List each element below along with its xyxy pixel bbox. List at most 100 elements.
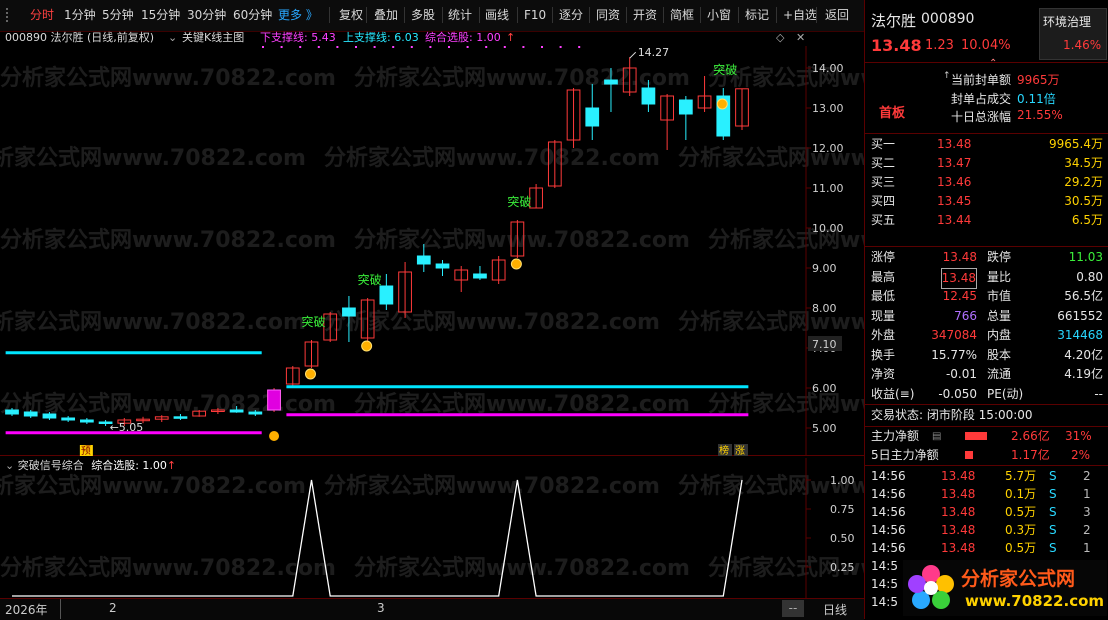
upper-support-value: 上支撑线: 6.03 bbox=[343, 31, 419, 44]
stat-label: 最高 bbox=[871, 269, 896, 284]
toolbar-item-13[interactable]: 逐分 bbox=[559, 5, 583, 25]
toolbar-item-0[interactable]: 分时 bbox=[30, 5, 54, 25]
five-day-flow-value: 1.17亿 bbox=[1011, 448, 1050, 462]
breakout-label: 突破 bbox=[358, 272, 382, 287]
indicator-name[interactable]: 关键K线主图 bbox=[182, 30, 244, 46]
stats-row: 换手 15.77% 股本 4.20亿 bbox=[865, 346, 1108, 365]
tick-time: 14:5 bbox=[871, 595, 898, 609]
scroll-button[interactable]: -- bbox=[782, 600, 804, 617]
stat-label: 现量 bbox=[871, 308, 896, 323]
quote-panel: 法尔胜 000890 环境治理 1.46% 13.48 1.23 10.04% … bbox=[864, 0, 1108, 619]
order-book-row: 买一 13.48 9965.4万 bbox=[865, 135, 1108, 154]
tick-time: 14:5 bbox=[871, 577, 898, 591]
toolbar-item-5[interactable]: 60分钟 bbox=[233, 5, 272, 25]
sub-chart-header: ⌄ 突破信号综合 综合选股: 1.00↑ bbox=[5, 459, 176, 473]
main-candlestick-chart[interactable]: 14.0013.0012.0011.0010.009.008.007.006.0… bbox=[0, 46, 864, 456]
trading-status: 交易状态: 闭市阶段 15:00:00 bbox=[871, 408, 1033, 422]
toolbar-item-12[interactable]: F10 bbox=[524, 5, 546, 25]
lower-support-value: 下支撑线: 5.43 bbox=[260, 31, 336, 44]
grip-icon[interactable] bbox=[6, 8, 22, 22]
toolbar-item-15[interactable]: 开资 bbox=[633, 5, 657, 25]
toolbar-item-4[interactable]: 30分钟 bbox=[187, 5, 226, 25]
signal-dot bbox=[503, 46, 506, 48]
stat-label: 跌停 bbox=[987, 250, 1012, 264]
signal-dot bbox=[522, 46, 525, 48]
toolbar-item-6[interactable]: 更多 》 bbox=[278, 5, 318, 25]
stat-value: 0.80 bbox=[1076, 269, 1103, 284]
toolbar-item-8[interactable]: 叠加 bbox=[374, 5, 398, 25]
order-volume: 34.5万 bbox=[1064, 156, 1103, 170]
period-label[interactable]: 日线 bbox=[823, 601, 847, 618]
y-axis-label: 13.00 bbox=[812, 102, 844, 115]
toolbar-item-16[interactable]: 简框 bbox=[670, 5, 694, 25]
signal-dot bbox=[485, 46, 488, 48]
stat-value: 661552 bbox=[1057, 308, 1103, 323]
sub-indicator-name[interactable]: 突破信号综合 bbox=[18, 459, 84, 472]
stat-label: PE(动) bbox=[987, 386, 1024, 401]
sub-axis-label: 0.50 bbox=[830, 532, 855, 545]
toolbar-item-18[interactable]: 标记 bbox=[745, 5, 769, 25]
order-book-row: 买四 13.45 30.5万 bbox=[865, 192, 1108, 211]
stat-value: 13.48 bbox=[942, 250, 977, 264]
sub-axis-label: 0.75 bbox=[830, 503, 855, 516]
stat-value: -0.01 bbox=[945, 367, 977, 381]
high-label: 14.27 bbox=[638, 46, 670, 59]
toolbar-item-7[interactable]: 复权 bbox=[339, 5, 363, 25]
chart-header: 000890 法尔胜 (日线,前复权) ⌄ 关键K线主图 下支撑线: 5.43 … bbox=[0, 30, 805, 46]
toolbar-separator bbox=[442, 7, 443, 23]
toolbar-item-3[interactable]: 15分钟 bbox=[141, 5, 180, 25]
candle bbox=[248, 411, 263, 415]
toolbar-item-14[interactable]: 同资 bbox=[596, 5, 620, 25]
sub-indicator-settings-icon[interactable]: ⌄ bbox=[5, 459, 14, 472]
toolbar-separator bbox=[738, 7, 739, 23]
tick-time: 14:56 bbox=[871, 487, 906, 501]
five-day-flow-pct: 2% bbox=[1071, 448, 1091, 462]
toolbar-item-9[interactable]: 多股 bbox=[411, 5, 435, 25]
toolbar-item-19[interactable]: +自选 bbox=[783, 5, 817, 25]
main-flow-value: 2.66亿 bbox=[1011, 429, 1050, 443]
y-axis-label: 10.00 bbox=[812, 222, 844, 235]
stats-row: 最高 13.48 量比 0.80 bbox=[865, 267, 1108, 289]
coin-icon bbox=[361, 340, 373, 352]
breakout-label: 突破 bbox=[507, 194, 531, 209]
stats-row: 净资 -0.01 流通 4.19亿 bbox=[865, 365, 1108, 384]
diamond-icon[interactable]: ◇ bbox=[776, 30, 784, 46]
tick-time: 14:5 bbox=[871, 559, 898, 573]
combined-select-value: 综合选股: 1.00 bbox=[425, 31, 501, 44]
order-book-row: 买五 13.44 6.5万 bbox=[865, 211, 1108, 230]
stat-label: 收益(≡) bbox=[871, 386, 915, 401]
stat-label: 净资 bbox=[871, 367, 896, 381]
toolbar-item-11[interactable]: 画线 bbox=[485, 5, 509, 25]
candle bbox=[416, 255, 431, 265]
y-axis-label: 8.00 bbox=[812, 302, 837, 315]
breakout-candle bbox=[267, 389, 281, 411]
toolbar-item-1[interactable]: 1分钟 bbox=[64, 5, 96, 25]
price-change: 1.23 bbox=[925, 38, 954, 53]
sector-change: 1.46% bbox=[1063, 38, 1102, 52]
tick-row: 14:56 13.48 0.3万 S 2 bbox=[865, 521, 1108, 540]
y-axis-label: 14.00 bbox=[812, 62, 844, 75]
order-label: 买二 bbox=[871, 156, 896, 170]
month-label-2: 2 bbox=[109, 601, 117, 615]
stat-label: 量比 bbox=[987, 269, 1012, 284]
coin-icon bbox=[304, 368, 316, 380]
stat-value: 766 bbox=[954, 308, 977, 323]
chart-close-icon[interactable]: ✕ bbox=[796, 30, 805, 46]
signal-sub-chart[interactable]: 1.00 0.75 0.50 0.25 bbox=[0, 458, 864, 598]
indicator-settings-icon[interactable]: ⌄ bbox=[168, 30, 177, 46]
candle bbox=[42, 413, 57, 419]
pre-tag: 预 bbox=[81, 445, 91, 456]
logo-text: 分析家公式网 bbox=[961, 568, 1076, 590]
toolbar-item-17[interactable]: 小窗 bbox=[707, 5, 731, 25]
toolbar-separator bbox=[776, 7, 777, 23]
list-icon[interactable]: ▤ bbox=[932, 427, 941, 446]
logo-url: www.70822.com bbox=[965, 592, 1105, 610]
tick-side: S bbox=[1049, 541, 1057, 555]
candle bbox=[641, 87, 656, 105]
toolbar-item-20[interactable]: 返回 bbox=[825, 5, 849, 25]
toolbar-item-2[interactable]: 5分钟 bbox=[102, 5, 134, 25]
lhb-tag: 榜 bbox=[719, 444, 729, 456]
tick-side: S bbox=[1049, 523, 1057, 537]
tick-price: 13.48 bbox=[941, 505, 976, 519]
toolbar-item-10[interactable]: 统计 bbox=[448, 5, 472, 25]
